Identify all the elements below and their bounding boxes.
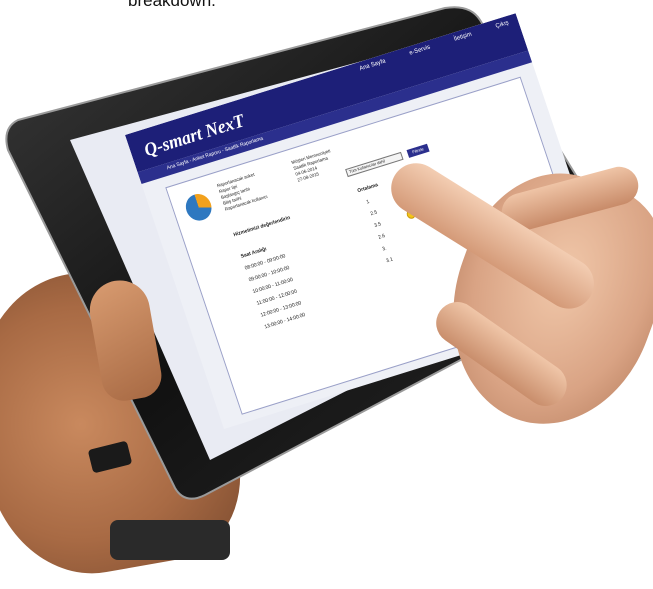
- table-value: 3.5: [373, 221, 383, 230]
- table-value: 3.1: [385, 256, 394, 265]
- table-title: Hizmetimizi değerlendirin: [232, 214, 292, 239]
- column-header: Ortalama: [356, 182, 379, 195]
- table-value: 2.5: [369, 209, 379, 218]
- table-value: 2.6: [377, 232, 386, 241]
- report-info: Raporlanacak anket Müşteri Memnuniyeti Ra…: [216, 148, 339, 213]
- section-label: Saat Aralığı: [240, 246, 268, 260]
- table-value: 3.: [381, 245, 388, 253]
- nav-contact[interactable]: İletişim: [453, 32, 472, 43]
- info-value: [299, 184, 301, 190]
- nav-logout[interactable]: Çıkış: [495, 20, 510, 30]
- nav-eservice[interactable]: e-Servis: [409, 44, 431, 56]
- pie-chart-icon: [182, 190, 216, 224]
- nav-home[interactable]: Ana Sayfa: [359, 58, 387, 72]
- first-value: 1: [365, 198, 371, 206]
- filter-button[interactable]: Filtrele: [406, 143, 430, 158]
